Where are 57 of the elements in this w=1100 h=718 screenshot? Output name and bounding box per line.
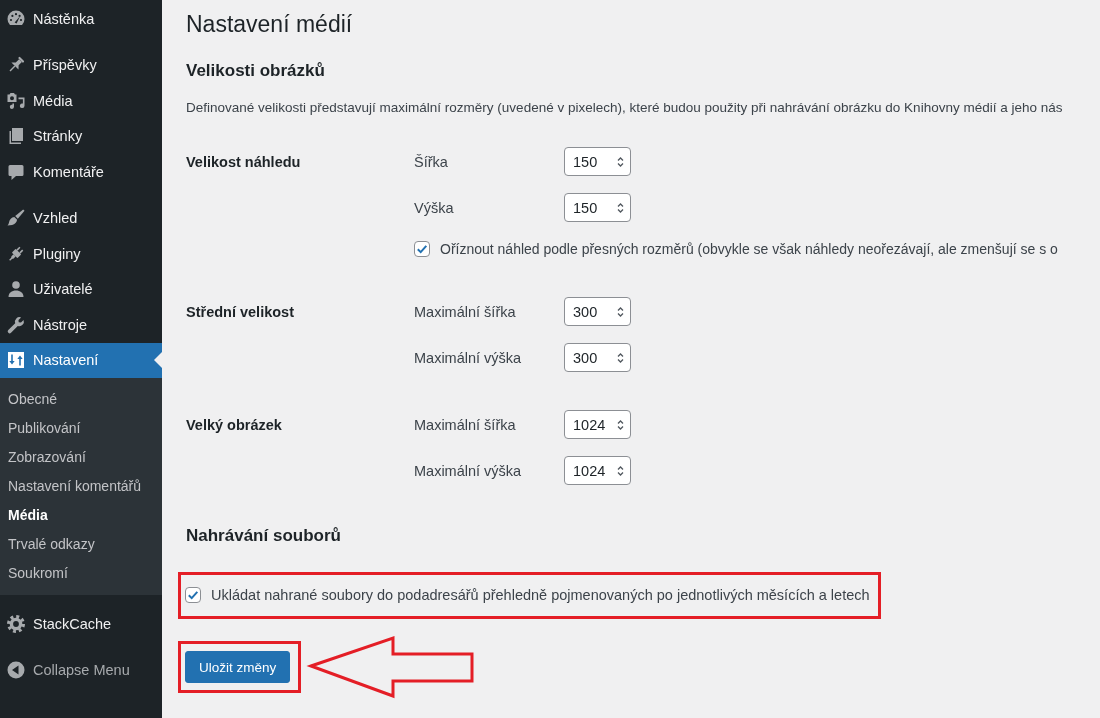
menu-item[interactable]: Média [0, 83, 162, 119]
submenu-item[interactable]: Nastavení komentářů [0, 472, 162, 501]
spinner-icon [616, 417, 625, 432]
setting-label: Střední velikost [186, 304, 294, 320]
setting-label: Velikost náhledu [186, 154, 301, 170]
user-icon [6, 279, 26, 300]
field-label: Maximální výška [414, 462, 522, 479]
submenu-item[interactable]: Publikování [0, 414, 162, 443]
spinner-icon [616, 350, 625, 365]
spinner-icon [616, 463, 625, 478]
spinner-icon [616, 200, 625, 215]
spinner-icon [616, 304, 625, 319]
menu-item[interactable]: StackCache [0, 606, 162, 642]
menu-item[interactable]: Příspěvky [0, 47, 162, 83]
number-field[interactable]: 150 [564, 193, 631, 222]
section-heading: Velikosti obrázků [186, 60, 325, 82]
camera-and-note-icon [6, 90, 26, 111]
field-label: Šířka [414, 153, 448, 170]
checkbox-label: Oříznout náhled podle přesných rozměrů (obvykle se však náhledy neořezávají, ale zmenšují se s o [440, 240, 1058, 259]
checkbox[interactable] [185, 587, 201, 603]
menu-item[interactable]: Vzhled [0, 200, 162, 236]
collapse-menu-button[interactable]: Collapse Menu [0, 652, 162, 688]
field-label: Maximální šířka [414, 303, 516, 320]
save-button[interactable]: Uložit změny [185, 651, 291, 683]
collapse-icon [6, 660, 26, 681]
page-title: Nastavení médií [186, 10, 353, 39]
menu-item[interactable]: Nastavení [0, 342, 162, 378]
menu-item[interactable]: Komentáře [0, 154, 162, 190]
current-page-indicator-icon [154, 352, 162, 369]
field-label: Maximální šířka [414, 416, 516, 433]
number-field[interactable]: 1024 [564, 456, 631, 485]
number-field[interactable]: 300 [564, 297, 631, 326]
checkbox[interactable] [414, 241, 430, 257]
submenu-item[interactable]: Obecné [0, 385, 162, 414]
submenu-item[interactable]: Zobrazování [0, 443, 162, 472]
wrench-icon [6, 314, 26, 335]
submenu-item[interactable]: Soukromí [0, 559, 162, 588]
menu-item[interactable]: Nástěnka [0, 1, 162, 37]
field-label: Maximální výška [414, 349, 522, 366]
menu-item[interactable]: Stránky [0, 118, 162, 154]
brush-icon [6, 208, 26, 229]
submenu-item[interactable]: Trvalé odkazy [0, 530, 162, 559]
spinner-icon [616, 154, 625, 169]
menu-item[interactable]: Pluginy [0, 236, 162, 272]
settings-icon [6, 350, 26, 371]
setting-label: Velký obrázek [186, 417, 282, 433]
menu-item[interactable]: Uživatelé [0, 271, 162, 307]
checkbox-label: Ukládat nahrané soubory do podadresářů přehledně pojmenovaných po jednotlivých měsících a letech [211, 586, 870, 605]
number-field[interactable]: 150 [564, 147, 631, 176]
submenu-item[interactable]: Média [0, 501, 162, 530]
gear-icon [6, 613, 26, 634]
section-heading: Nahrávání souborů [186, 525, 341, 547]
number-field[interactable]: 300 [564, 343, 631, 372]
field-label: Výška [414, 199, 454, 216]
menu-item[interactable]: Nástroje [0, 307, 162, 343]
section-description: Definované velikosti představují maximální rozměry (uvedené v pixelech), které budou použity při nahrávání obrázku do Knihovny médií a jeho nás [186, 99, 1063, 117]
number-field[interactable]: 1024 [564, 410, 631, 439]
